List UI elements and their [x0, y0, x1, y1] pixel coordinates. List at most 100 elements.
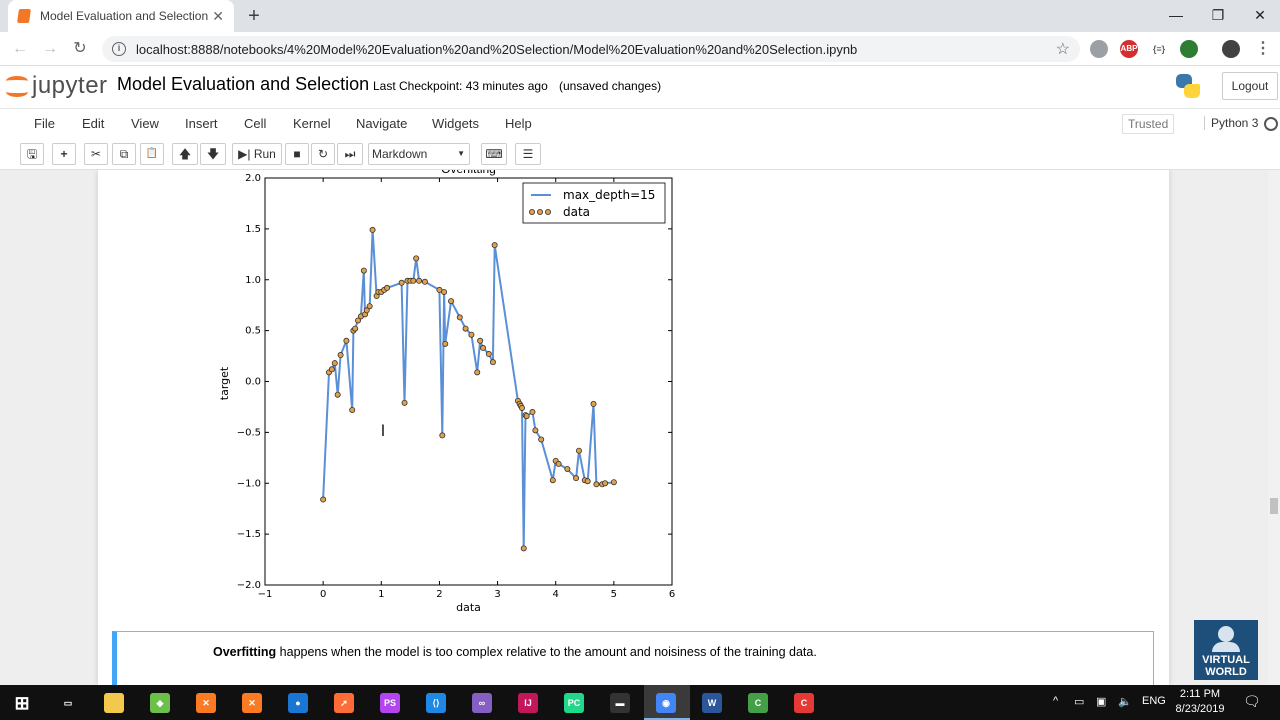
tab-title: Model Evaluation and Selection	[40, 9, 209, 23]
git-icon[interactable]: ◆	[150, 693, 170, 713]
paste-icon[interactable]: 📋	[140, 143, 164, 165]
file-explorer-icon[interactable]	[104, 693, 124, 713]
maps-icon[interactable]: ●	[288, 693, 308, 713]
run-button[interactable]: ▶| Run	[232, 143, 282, 165]
save-icon[interactable]: 🖫	[20, 143, 44, 165]
copy-icon[interactable]: ⧉	[112, 143, 136, 165]
notebook-title[interactable]: Model Evaluation and Selection	[117, 74, 369, 95]
virtual-world-line2: WORLD	[1205, 666, 1247, 678]
window-restore-button[interactable]: ❐	[1196, 0, 1240, 30]
address-bar[interactable]: i localhost:8888/notebooks/4%20Model%20E…	[102, 36, 1080, 62]
restart-icon[interactable]: ↻	[311, 143, 335, 165]
markdown-cell[interactable]: Overfitting happens when the model is to…	[112, 631, 1154, 685]
visual-studio-icon[interactable]: ∞	[472, 693, 492, 713]
json-extension-icon[interactable]: {≡}	[1150, 40, 1168, 58]
menu-file[interactable]: File	[34, 116, 55, 131]
page-scrollbar[interactable]	[1268, 170, 1280, 685]
data-point	[549, 477, 556, 484]
menu-view[interactable]: View	[131, 116, 159, 131]
tab-close-icon[interactable]: ✕	[212, 8, 224, 25]
markdown-text: Overfitting happens when the model is to…	[213, 645, 817, 659]
kernel-name[interactable]: Python 3	[1204, 116, 1258, 130]
intellij-icon[interactable]: IJ	[518, 693, 538, 713]
forward-arrow-icon[interactable]: →	[38, 37, 62, 61]
display-icon[interactable]: ▣	[1096, 695, 1106, 708]
data-point	[384, 284, 391, 291]
virtual-world-logo: VIRTUAL WORLD	[1194, 620, 1258, 680]
adblock-extension-icon[interactable]: ABP	[1120, 40, 1138, 58]
window-minimize-button[interactable]: —	[1154, 0, 1198, 30]
bookmark-star-icon[interactable]: ☆	[1056, 39, 1070, 59]
markdown-rest: happens when the model is too complex re…	[276, 645, 817, 659]
jupyter-logo[interactable]: jupyter	[6, 72, 108, 100]
checkpoint-status: Last Checkpoint: 43 minutes ago	[373, 79, 548, 93]
menu-insert[interactable]: Insert	[185, 116, 218, 131]
menu-widgets[interactable]: Widgets	[432, 116, 479, 131]
cell-toolbar-icon[interactable]: ☰	[515, 143, 541, 165]
data-point	[349, 406, 356, 413]
reload-icon[interactable]: ↻	[68, 37, 92, 61]
restart-run-all-icon[interactable]: ⏭	[337, 143, 363, 165]
vscode-icon[interactable]: ⟨⟩	[426, 693, 446, 713]
data-point	[523, 413, 530, 420]
scrollbar-thumb[interactable]	[1270, 498, 1278, 514]
data-point	[593, 481, 600, 488]
logout-button[interactable]: Logout	[1222, 72, 1278, 100]
notebook-toolbar: 🖫 + ✂ ⧉ 📋 🡅 🡇 ▶| Run ■ ↻ ⏭ Markdown ▼ ⌨ …	[0, 138, 1280, 170]
window-close-button[interactable]: ✕	[1238, 0, 1280, 30]
browser-menu-icon[interactable]: ⋮	[1254, 40, 1272, 58]
chrome-icon[interactable]: ◉	[656, 693, 676, 713]
taskbar-clock[interactable]: 2:11 PM 8/23/2019	[1170, 687, 1230, 717]
menu-kernel[interactable]: Kernel	[293, 116, 331, 131]
add-cell-icon[interactable]: +	[52, 143, 76, 165]
phpstorm-icon[interactable]: PS	[380, 693, 400, 713]
pycharm-icon[interactable]: PC	[564, 693, 584, 713]
data-point	[538, 436, 545, 443]
postman-icon[interactable]: ➚	[334, 693, 354, 713]
data-point	[564, 466, 571, 473]
menu-navigate[interactable]: Navigate	[356, 116, 407, 131]
keyboard-icon[interactable]: ⌨	[481, 143, 507, 165]
tray-chevron-icon[interactable]: ^	[1053, 695, 1058, 707]
legend-label-scatter: data	[563, 205, 590, 219]
overfitting-chart: Overfitting−101234562.01.51.00.50.0−0.5−…	[218, 170, 675, 614]
camtasia-icon-green[interactable]: C	[748, 693, 768, 713]
site-info-icon[interactable]: i	[112, 42, 126, 56]
globe-extension-icon[interactable]	[1180, 40, 1198, 58]
data-point	[410, 277, 417, 284]
new-tab-button[interactable]: +	[244, 4, 264, 28]
menu-help[interactable]: Help	[505, 116, 532, 131]
chart-title: Overfitting	[441, 170, 496, 176]
shield-extension-icon[interactable]	[1090, 40, 1108, 58]
data-point	[555, 460, 562, 467]
menu-edit[interactable]: Edit	[82, 116, 104, 131]
terminal-icon[interactable]: ▬	[610, 693, 630, 713]
text-cursor-icon: I	[381, 421, 386, 440]
move-up-icon[interactable]: 🡅	[172, 143, 198, 165]
xampp-icon-2[interactable]: ✕	[242, 693, 262, 713]
camtasia-icon-red[interactable]: C	[794, 693, 814, 713]
cut-icon[interactable]: ✂	[84, 143, 108, 165]
data-point	[489, 359, 496, 366]
xampp-icon-1[interactable]: ✕	[196, 693, 216, 713]
data-point	[343, 337, 350, 344]
volume-icon[interactable]: 🔈	[1118, 695, 1132, 708]
data-point	[421, 278, 428, 285]
move-down-icon[interactable]: 🡇	[200, 143, 226, 165]
word-icon[interactable]: W	[702, 693, 722, 713]
data-point	[584, 478, 591, 485]
trusted-badge[interactable]: Trusted	[1122, 114, 1175, 134]
stop-icon[interactable]: ■	[285, 143, 309, 165]
notification-icon[interactable]: 🗨	[1243, 693, 1261, 710]
back-arrow-icon[interactable]: ←	[8, 37, 32, 61]
language-indicator[interactable]: ENG	[1142, 695, 1166, 707]
menu-cell[interactable]: Cell	[244, 116, 266, 131]
address-url[interactable]: localhost:8888/notebooks/4%20Model%20Eva…	[136, 42, 1056, 57]
cell-type-select[interactable]: Markdown ▼	[368, 143, 470, 165]
profile-avatar-icon[interactable]	[1222, 40, 1240, 58]
network-icon[interactable]: ▭	[1074, 695, 1084, 708]
windows-start-icon[interactable]: ⊞	[12, 693, 32, 713]
data-point	[529, 409, 536, 416]
browser-tab-active[interactable]: Model Evaluation and Selection ✕	[8, 0, 234, 32]
task-view-icon[interactable]: ▭	[58, 693, 78, 713]
